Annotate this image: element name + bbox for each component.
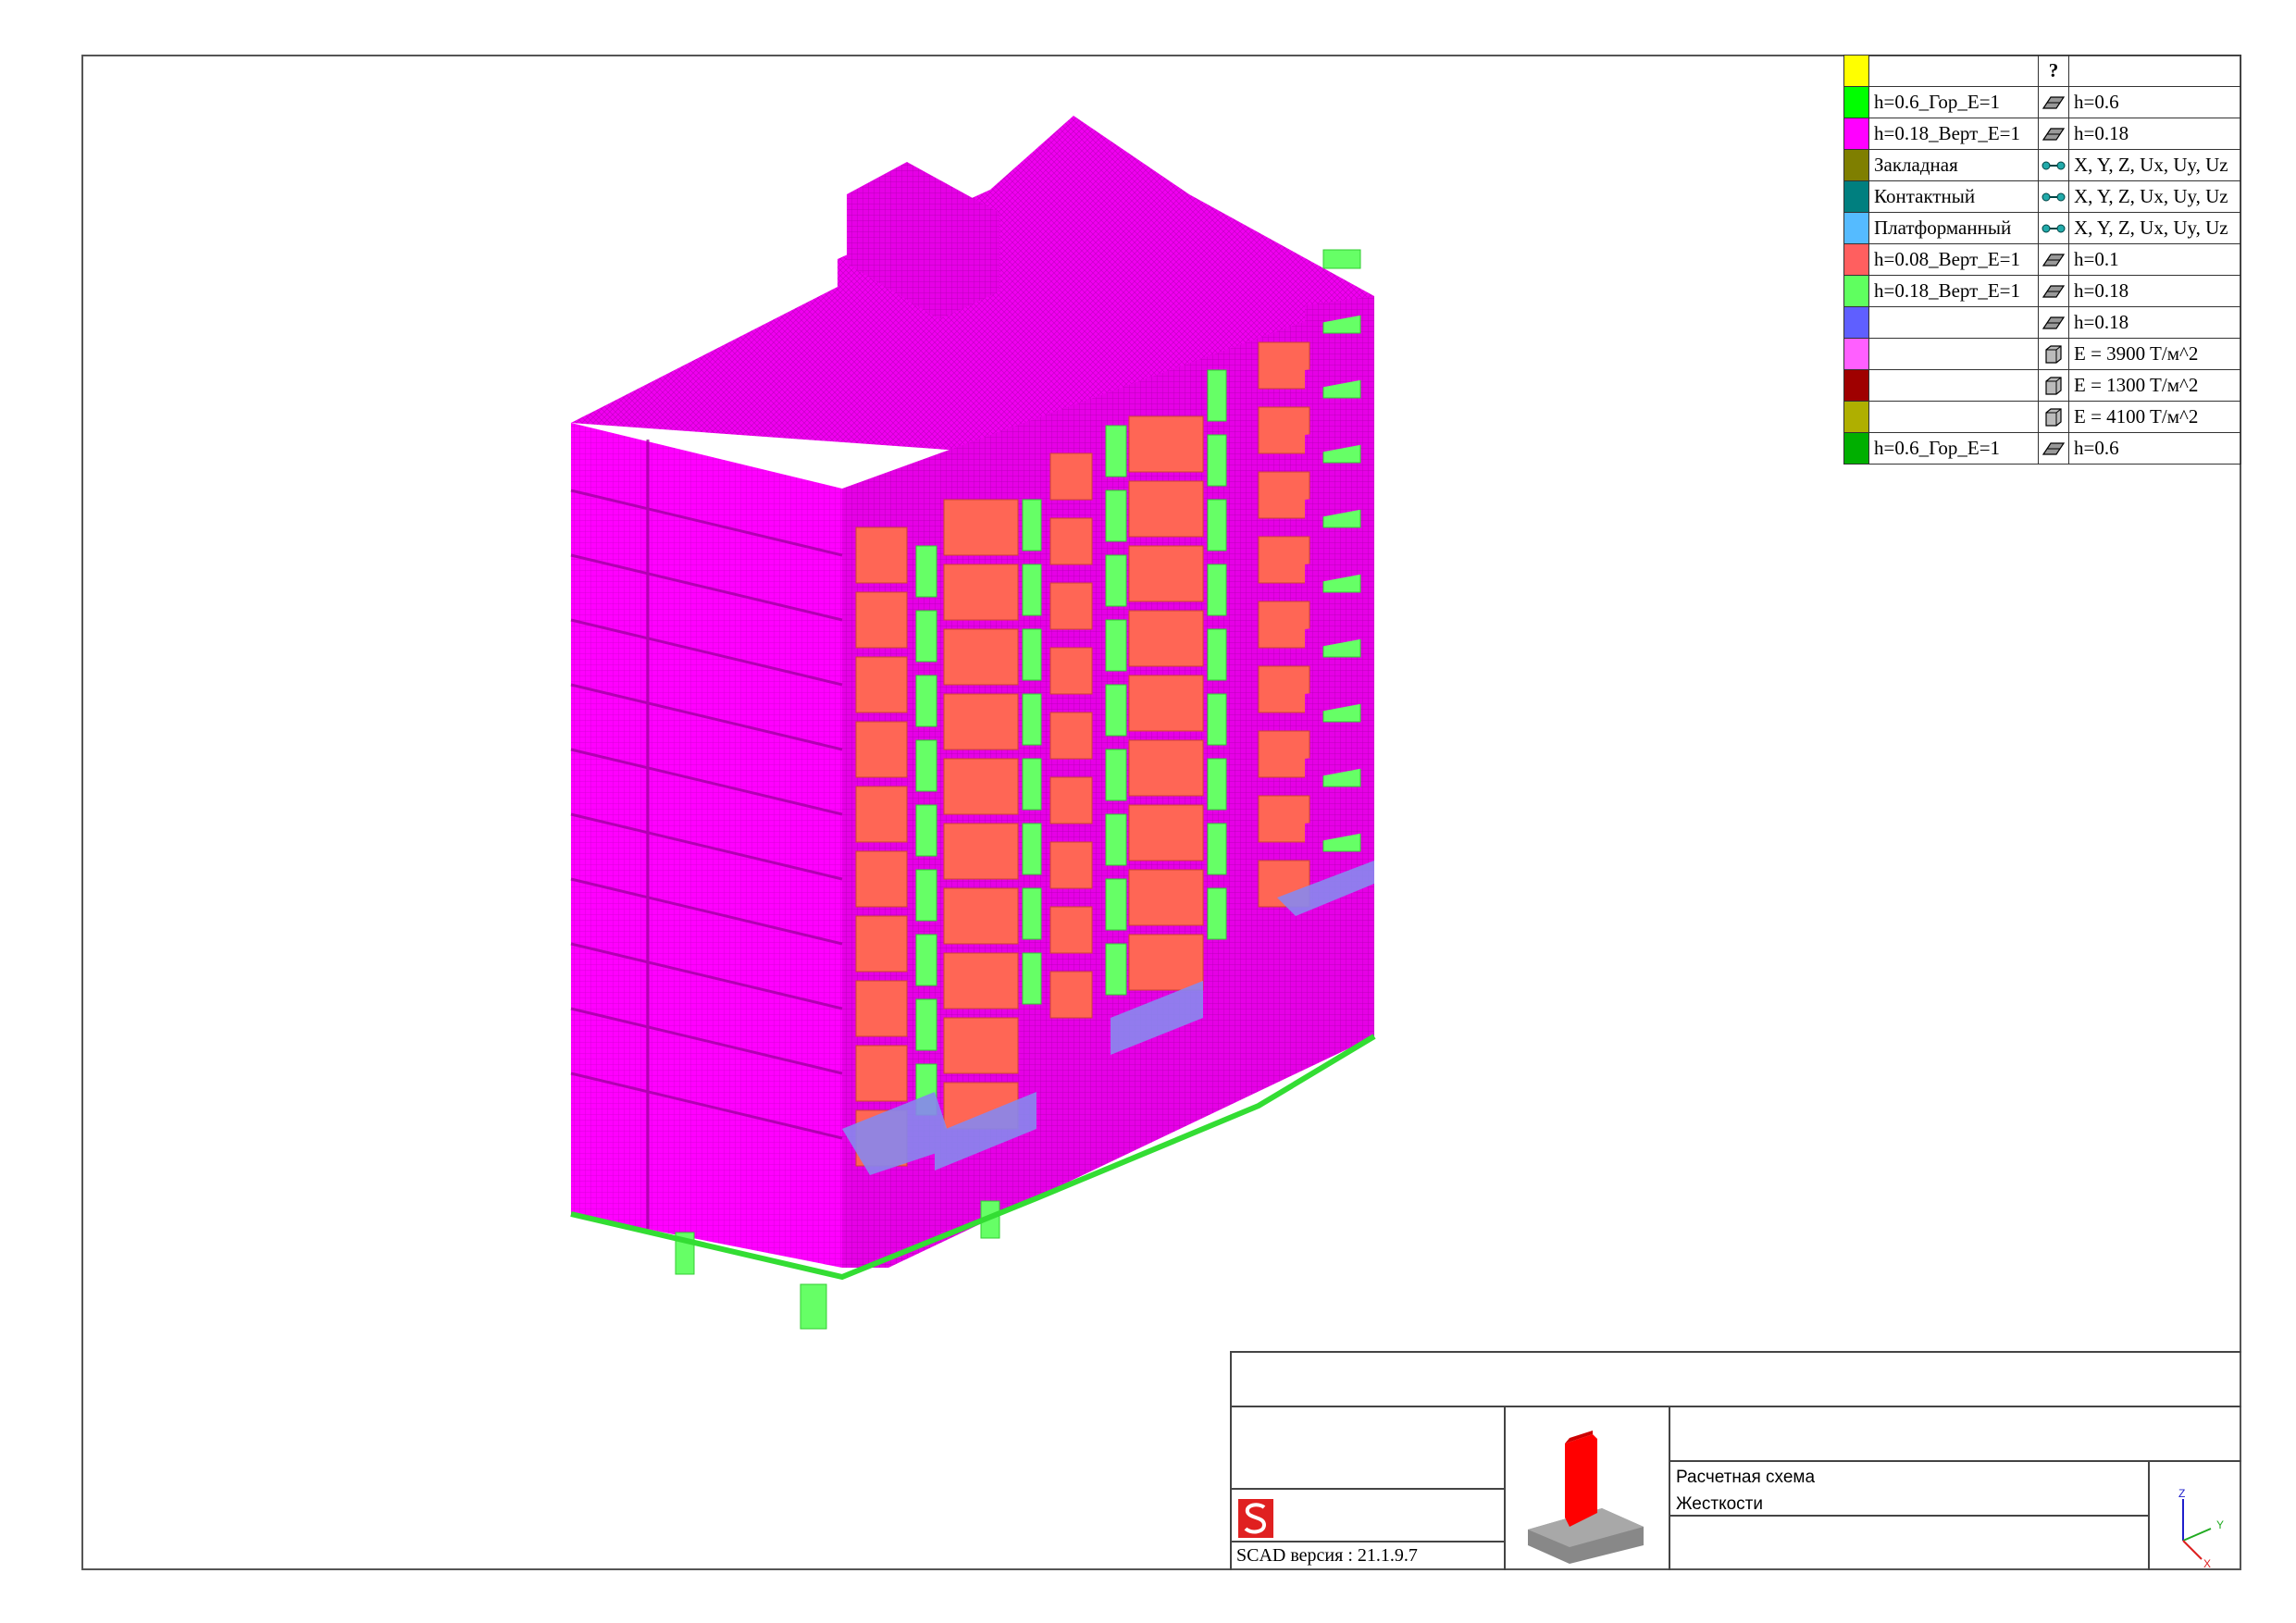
legend-name: h=0.6_Гор_E=1	[1868, 86, 2039, 118]
legend-name	[1868, 55, 2039, 87]
scad-logo	[1238, 1499, 1273, 1538]
svg-text:Z: Z	[2178, 1487, 2185, 1500]
title-block: SCAD версия : 21.1.9.7 Расчетная схема Ж…	[1230, 1351, 2241, 1570]
legend-name	[1868, 306, 2039, 339]
legend-name: Закладная	[1868, 149, 2039, 181]
link-icon	[2038, 180, 2069, 213]
legend-name	[1868, 401, 2039, 433]
plate-icon	[2038, 86, 2069, 118]
model-preview-icon	[1528, 1431, 1644, 1564]
legend-name: h=0.18_Верт_E=1	[1868, 275, 2039, 307]
legend-value	[2068, 55, 2241, 87]
legend-swatch	[1843, 401, 1869, 433]
legend-swatch	[1843, 180, 1869, 213]
balcony-slabs	[1305, 296, 1374, 844]
legend-row: ?	[1843, 55, 2241, 87]
legend-swatch	[1843, 149, 1869, 181]
scheme-subtitle: Жесткости	[1676, 1494, 1763, 1514]
legend-swatch	[1843, 243, 1869, 276]
legend-name: h=0.18_Верт_E=1	[1868, 118, 2039, 150]
legend-swatch	[1843, 432, 1869, 465]
legend-value: X, Y, Z, Ux, Uy, Uz	[2068, 180, 2241, 213]
legend-swatch	[1843, 275, 1869, 307]
legend-value: h=0.18	[2068, 275, 2241, 307]
legend-name: h=0.08_Верт_E=1	[1868, 243, 2039, 276]
question-icon: ?	[2038, 55, 2069, 87]
solid-icon	[2038, 338, 2069, 370]
plate-icon	[2038, 306, 2069, 339]
legend-swatch	[1843, 55, 1869, 87]
legend-row: Закладная X, Y, Z, Ux, Uy, Uz	[1843, 149, 2241, 181]
legend-row: Контактный X, Y, Z, Ux, Uy, Uz	[1843, 180, 2241, 213]
legend-value: X, Y, Z, Ux, Uy, Uz	[2068, 149, 2241, 181]
legend-name	[1868, 338, 2039, 370]
plate-icon	[2038, 432, 2069, 465]
plate-icon	[2038, 118, 2069, 150]
legend-row: h=0.18_Верт_E=1 h=0.18	[1843, 118, 2241, 150]
plate-icon	[2038, 243, 2069, 276]
legend-row: E = 1300 T/м^2	[1843, 369, 2241, 402]
legend-name: h=0.6_Гор_E=1	[1868, 432, 2039, 465]
version-label: SCAD версия : 21.1.9.7	[1236, 1545, 1418, 1566]
legend-value: E = 3900 T/м^2	[2068, 338, 2241, 370]
plate-icon	[2038, 275, 2069, 307]
legend-value: h=0.6	[2068, 432, 2241, 465]
legend-value: h=0.1	[2068, 243, 2241, 276]
legend-row: Платформанный X, Y, Z, Ux, Uy, Uz	[1843, 212, 2241, 244]
legend-swatch	[1843, 212, 1869, 244]
legend-value: E = 1300 T/м^2	[2068, 369, 2241, 402]
legend-name: Контактный	[1868, 180, 2039, 213]
legend-swatch	[1843, 118, 1869, 150]
legend-value: E = 4100 T/м^2	[2068, 401, 2241, 433]
legend-row: h=0.18	[1843, 306, 2241, 339]
legend-name: Платформанный	[1868, 212, 2039, 244]
svg-text:Y: Y	[2216, 1518, 2224, 1531]
legend-value: h=0.18	[2068, 118, 2241, 150]
legend-value: X, Y, Z, Ux, Uy, Uz	[2068, 212, 2241, 244]
legend-row: h=0.6_Гор_E=1 h=0.6	[1843, 432, 2241, 465]
legend-swatch	[1843, 338, 1869, 370]
legend-swatch	[1843, 86, 1869, 118]
scheme-title: Расчетная схема	[1676, 1468, 1816, 1487]
legend-value: h=0.18	[2068, 306, 2241, 339]
solid-icon	[2038, 369, 2069, 402]
legend-row: E = 3900 T/м^2	[1843, 338, 2241, 370]
legend-row: h=0.18_Верт_E=1 h=0.18	[1843, 275, 2241, 307]
link-icon	[2038, 212, 2069, 244]
legend-row: h=0.6_Гор_E=1 h=0.6	[1843, 86, 2241, 118]
legend-row: h=0.08_Верт_E=1 h=0.1	[1843, 243, 2241, 276]
legend-row: E = 4100 T/м^2	[1843, 401, 2241, 433]
solid-icon	[2038, 401, 2069, 433]
link-icon	[2038, 149, 2069, 181]
legend-swatch	[1843, 306, 1869, 339]
legend-table: ? h=0.6_Гор_E=1 h=0.6 h=0.18_Верт_E=1 h=0.18…	[1843, 55, 2241, 465]
axis-triad-icon: Z Y X	[2178, 1487, 2224, 1568]
legend-swatch	[1843, 369, 1869, 402]
legend-name	[1868, 369, 2039, 402]
svg-text:X: X	[2203, 1557, 2211, 1568]
building-model	[570, 116, 1376, 1330]
legend-value: h=0.6	[2068, 86, 2241, 118]
